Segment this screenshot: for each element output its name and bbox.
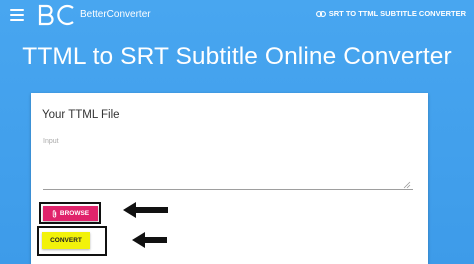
browse-label: BROWSE <box>59 210 90 217</box>
nav-link-label: SRT TO TTML SUBTITLE CONVERTER <box>328 9 466 18</box>
link-icon <box>315 10 326 17</box>
ttml-input[interactable] <box>43 138 413 190</box>
card-title: Your TTML File <box>42 109 120 121</box>
nav-link-srt-to-ttml[interactable]: SRT TO TTML SUBTITLE CONVERTER <box>315 9 466 18</box>
brand-name[interactable]: BetterConverter <box>80 9 151 20</box>
resize-grip-icon[interactable] <box>403 181 411 189</box>
top-bar: BetterConverter SRT TO TTML SUBTITLE CON… <box>0 0 474 30</box>
convert-label: CONVERT <box>50 237 82 244</box>
logo[interactable] <box>37 3 77 27</box>
arrow-left-icon <box>123 202 168 218</box>
paperclip-icon <box>52 209 57 217</box>
menu-icon[interactable] <box>10 9 24 21</box>
browse-button[interactable]: BROWSE <box>43 206 98 221</box>
page-title: TTML to SRT Subtitle Online Converter <box>22 43 452 70</box>
convert-button[interactable]: CONVERT <box>42 232 90 249</box>
arrow-left-icon <box>132 232 167 248</box>
